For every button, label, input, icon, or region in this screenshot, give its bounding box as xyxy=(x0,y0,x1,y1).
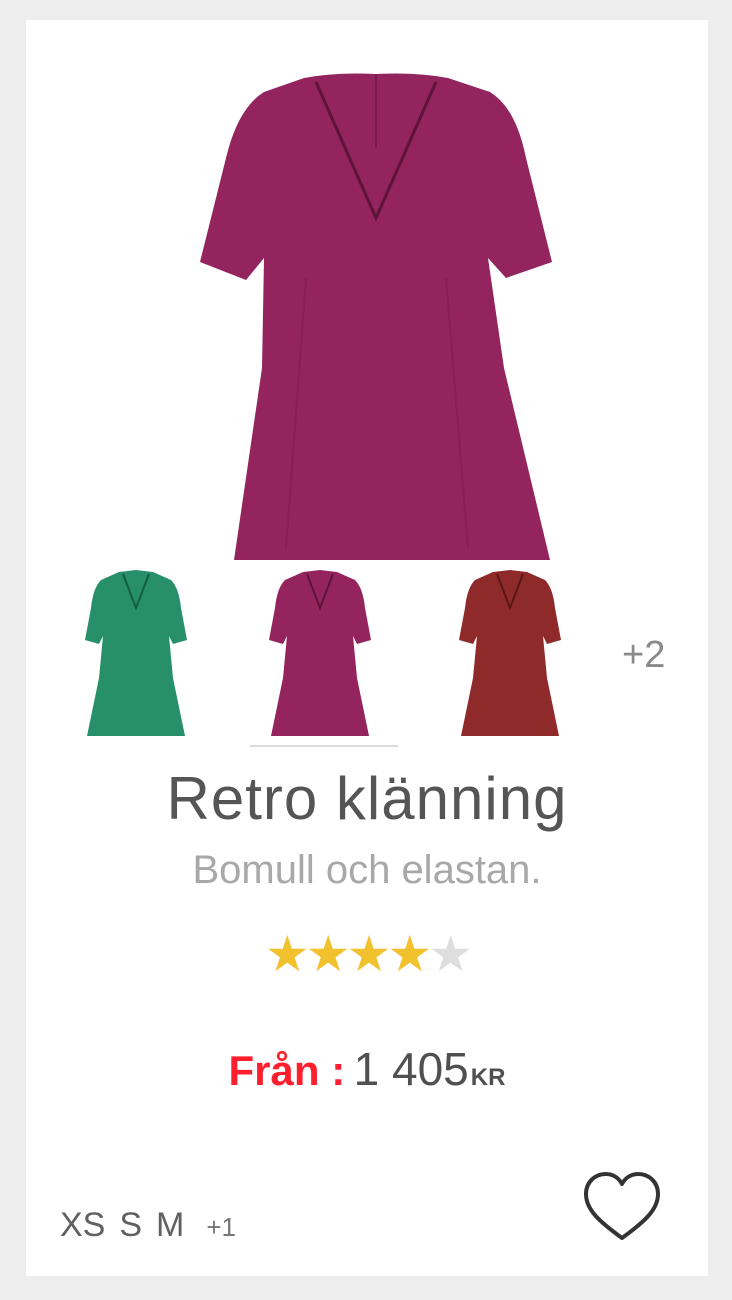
product-price: Från : 1 405KR xyxy=(26,1042,708,1096)
color-swatch-green[interactable] xyxy=(76,550,196,746)
star-icon: ★ xyxy=(387,926,432,982)
product-card[interactable]: +2 Retro klänning Bomull och elastan. ★★… xyxy=(26,20,708,1276)
dress-image xyxy=(200,73,552,560)
product-subtitle: Bomull och elastan. xyxy=(192,848,542,892)
price-currency: KR xyxy=(470,1064,506,1091)
size-option[interactable]: S xyxy=(119,1206,142,1244)
star-icon: ★ xyxy=(428,926,473,982)
dress-thumbnail-red xyxy=(459,570,561,736)
more-sizes-link[interactable]: +1 xyxy=(206,1212,236,1242)
size-list: XS S M +1 xyxy=(60,1206,236,1245)
product-rating: ★★★★★ xyxy=(26,926,708,982)
price-amount: 1 405 xyxy=(353,1043,469,1095)
heart-outline-icon xyxy=(584,1172,660,1240)
dress-thumbnail-green xyxy=(85,570,187,736)
star-icon: ★ xyxy=(305,926,351,982)
more-colors-link[interactable]: +2 xyxy=(622,634,665,677)
selected-swatch-indicator xyxy=(250,745,398,747)
star-icon: ★ xyxy=(346,926,392,982)
wishlist-button[interactable] xyxy=(582,1170,662,1246)
product-main-image[interactable] xyxy=(186,48,566,560)
star-icon: ★ xyxy=(264,926,310,982)
size-option[interactable]: XS xyxy=(60,1206,105,1244)
product-title[interactable]: Retro klänning xyxy=(26,764,708,833)
color-swatch-red[interactable] xyxy=(450,550,570,746)
color-swatch-magenta[interactable] xyxy=(260,550,380,746)
size-option[interactable]: M xyxy=(156,1206,184,1244)
dress-thumbnail-magenta xyxy=(269,570,371,736)
price-prefix: Från : xyxy=(228,1047,346,1094)
